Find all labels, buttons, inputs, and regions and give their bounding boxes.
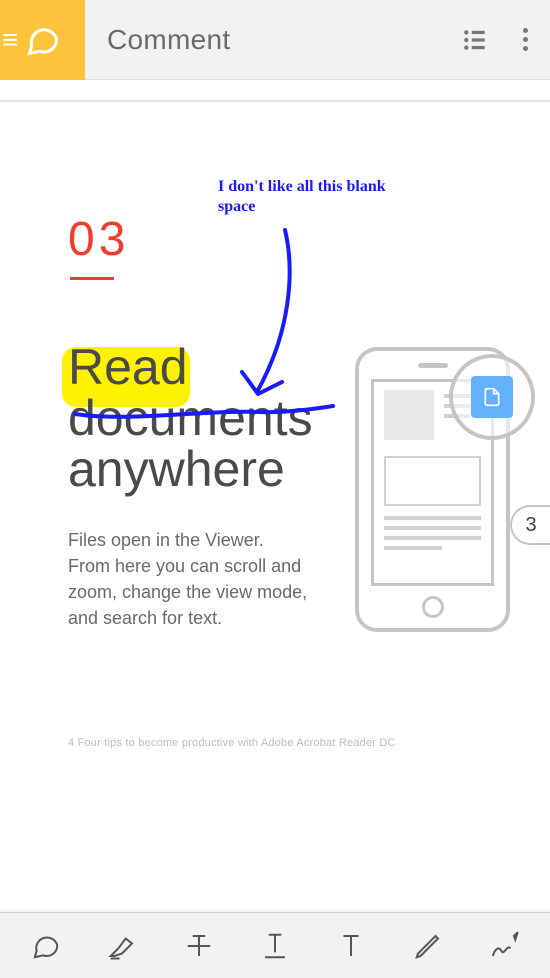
page-chip-icon	[471, 376, 513, 418]
freehand-tool[interactable]	[397, 921, 459, 971]
heading-word-2: documents	[68, 390, 313, 446]
document-page: 03 Read documents anywhere Files open in…	[0, 102, 550, 912]
highlight-tool[interactable]	[91, 921, 153, 971]
page-title: Comment	[85, 24, 450, 56]
comment-mode-button[interactable]: ≡	[0, 0, 85, 80]
heading-word-3: anywhere	[68, 441, 285, 497]
body-text: Files open in the Viewer. From here you …	[68, 527, 308, 631]
signature-icon	[489, 931, 519, 961]
speech-bubble-icon	[25, 22, 61, 58]
overflow-menu-button[interactable]	[500, 0, 550, 80]
signature-tool[interactable]	[473, 921, 535, 971]
add-text-tool[interactable]	[320, 921, 382, 971]
comment-count-value: 3	[525, 514, 536, 537]
page-footer: 4 Four tips to become productive with Ad…	[68, 737, 396, 749]
annotation-toolbar	[0, 912, 550, 978]
section-rule	[70, 277, 114, 280]
strikethrough-tool[interactable]	[168, 921, 230, 971]
app-top-bar: ≡ Comment	[0, 0, 550, 80]
pencil-icon	[413, 931, 443, 961]
heading-word-1: Read	[68, 339, 188, 395]
section-number: 03	[68, 212, 129, 267]
ink-text-annotation[interactable]: I don't like all this blank space	[218, 177, 408, 217]
underline-tool[interactable]	[244, 921, 306, 971]
magnifier-illustration	[449, 354, 535, 440]
highlighter-icon	[107, 931, 137, 961]
menu-icon: ≡	[2, 33, 18, 47]
section-heading: Read documents anywhere	[68, 342, 313, 495]
sticky-note-tool[interactable]	[15, 921, 77, 971]
comment-count-badge[interactable]: 3	[510, 505, 550, 545]
more-icon	[523, 28, 528, 51]
document-viewport[interactable]: 03 Read documents anywhere Files open in…	[0, 80, 550, 912]
comments-list-button[interactable]	[450, 0, 500, 80]
speech-bubble-icon	[31, 931, 61, 961]
list-icon	[462, 27, 488, 53]
strikethrough-icon	[184, 931, 214, 961]
text-icon	[336, 931, 366, 961]
underline-icon	[260, 931, 290, 961]
